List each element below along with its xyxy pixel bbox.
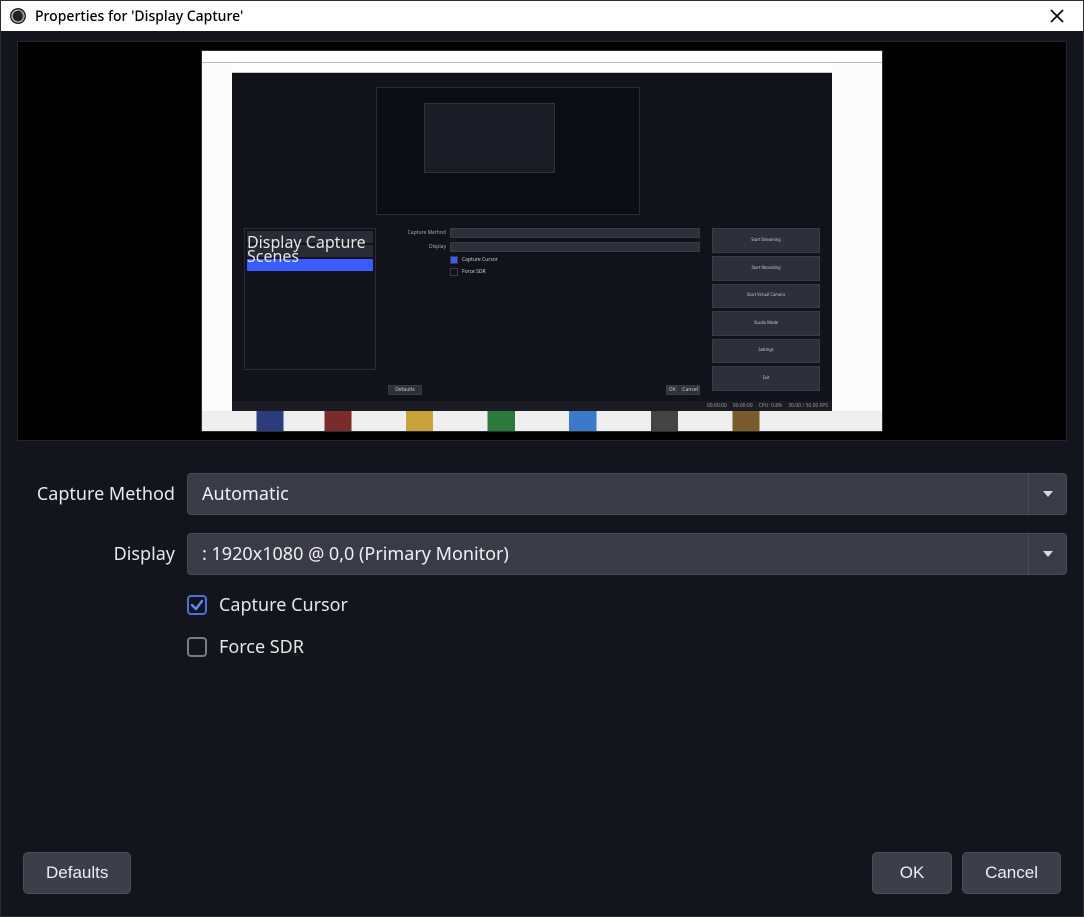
checkbox-capture-cursor-box	[187, 595, 207, 615]
checkbox-capture-cursor[interactable]: Capture Cursor	[187, 593, 1067, 617]
properties-form: Capture Method Automatic Display : 1920x…	[17, 465, 1067, 852]
titlebar: Properties for 'Display Capture'	[1, 1, 1083, 31]
ok-button[interactable]: OK	[872, 852, 952, 894]
source-preview: Display Capture Scenes Capture Method Di…	[17, 41, 1067, 441]
properties-dialog: Properties for 'Display Capture' Display…	[0, 0, 1084, 917]
select-display[interactable]: : 1920x1080 @ 0,0 (Primary Monitor)	[187, 533, 1067, 575]
chevron-down-icon	[1028, 534, 1066, 574]
select-display-value: : 1920x1080 @ 0,0 (Primary Monitor)	[188, 542, 1028, 566]
select-capture-method[interactable]: Automatic	[187, 473, 1067, 515]
close-icon	[1050, 9, 1064, 23]
window-title: Properties for 'Display Capture'	[35, 7, 1037, 26]
defaults-button[interactable]: Defaults	[23, 852, 131, 894]
checkbox-force-sdr-label: Force SDR	[219, 635, 304, 659]
dialog-footer: Defaults OK Cancel	[17, 852, 1067, 902]
check-icon	[190, 598, 204, 612]
label-capture-method: Capture Method	[17, 482, 177, 506]
row-capture-method: Capture Method Automatic	[17, 473, 1067, 515]
checkbox-capture-cursor-label: Capture Cursor	[219, 593, 348, 617]
chevron-down-icon	[1028, 474, 1066, 514]
checkbox-force-sdr-box	[187, 637, 207, 657]
close-button[interactable]	[1037, 1, 1077, 31]
row-display: Display : 1920x1080 @ 0,0 (Primary Monit…	[17, 533, 1067, 575]
label-display: Display	[17, 542, 177, 566]
checkbox-force-sdr[interactable]: Force SDR	[187, 635, 1067, 659]
cancel-button[interactable]: Cancel	[962, 852, 1061, 894]
select-capture-method-value: Automatic	[188, 482, 1028, 506]
obs-icon	[9, 7, 27, 25]
preview-nested-desktop: Display Capture Scenes Capture Method Di…	[202, 51, 882, 431]
dialog-content: Display Capture Scenes Capture Method Di…	[1, 31, 1083, 916]
